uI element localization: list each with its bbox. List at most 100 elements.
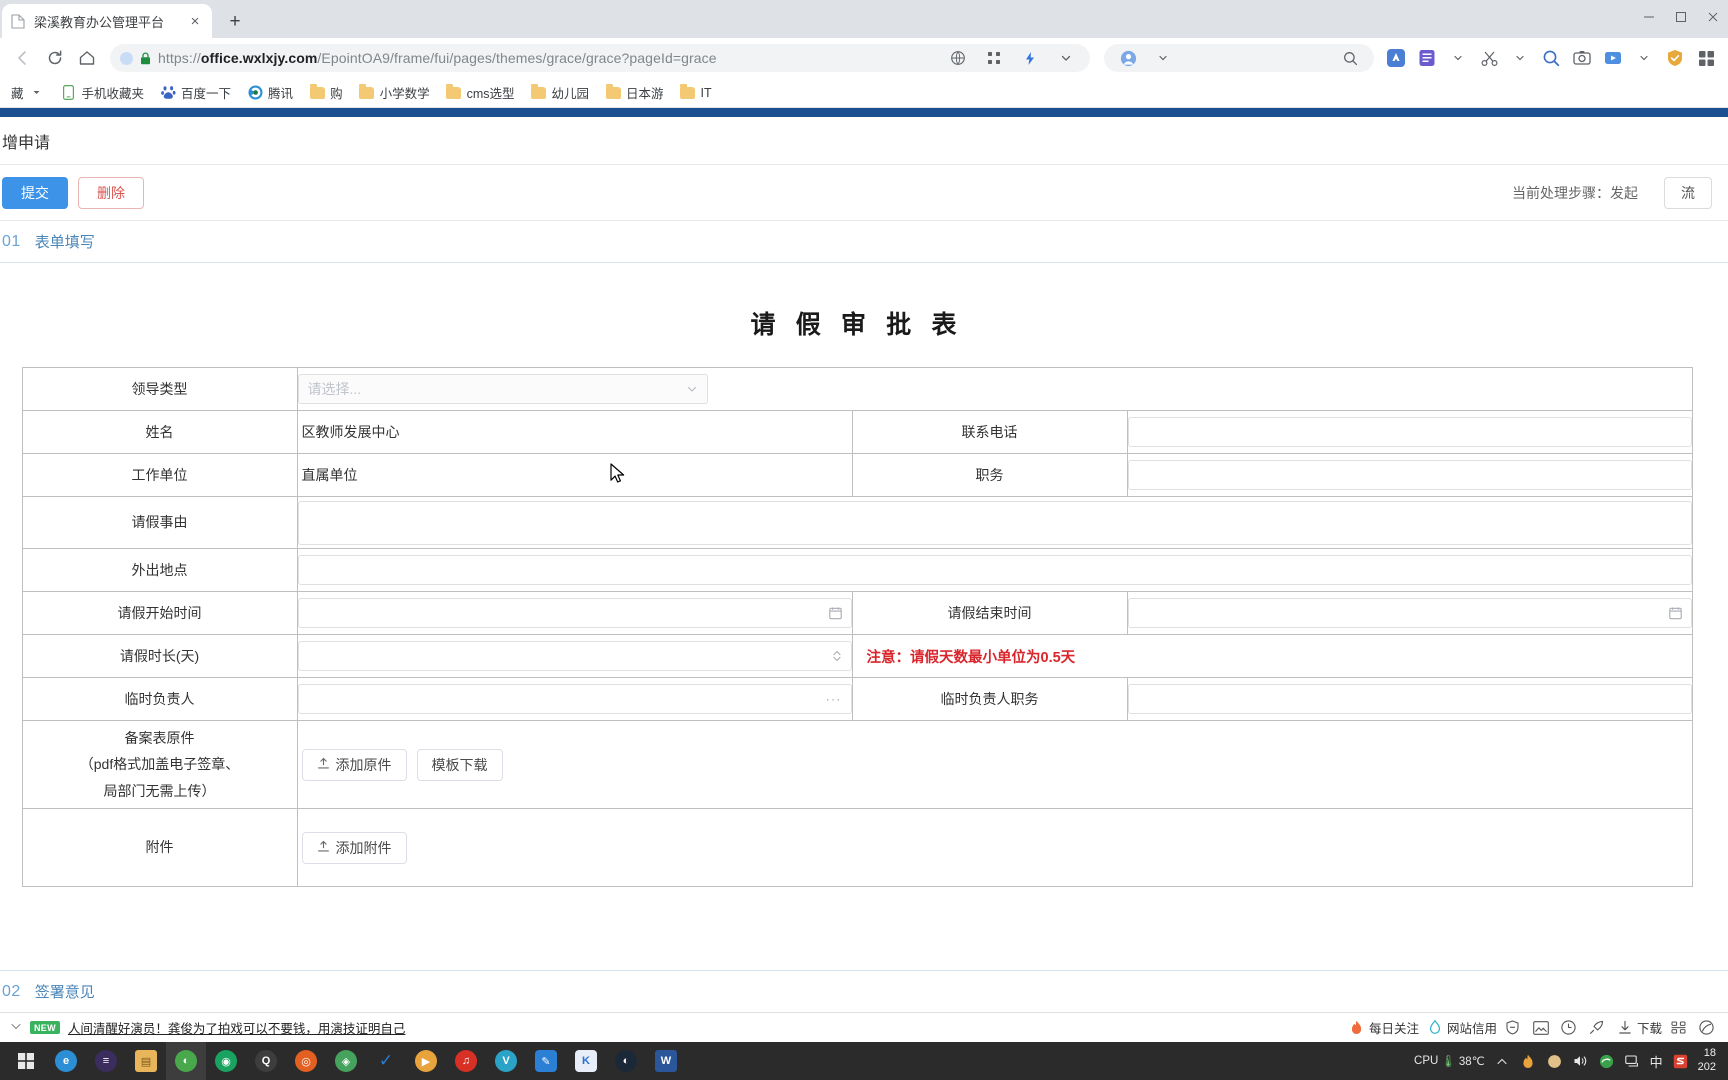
uc-browser-icon[interactable]: ≡	[86, 1042, 126, 1080]
leader-type-select[interactable]: 请选择...	[297, 374, 708, 404]
news-item-rocket[interactable]	[1589, 1020, 1609, 1036]
kugou-icon[interactable]: K	[566, 1042, 606, 1080]
bookmark-folder-gou[interactable]: 购	[302, 80, 350, 105]
section-form-fill[interactable]: 01 表单填写	[0, 221, 1728, 263]
reason-textarea[interactable]	[297, 500, 1692, 545]
security-icon[interactable]: ◈	[326, 1042, 366, 1080]
news-item-download[interactable]: 下载	[1617, 1018, 1662, 1037]
ellipsis-icon[interactable]: ···	[826, 692, 842, 707]
section-signature[interactable]: 02 签署意见	[0, 970, 1728, 1012]
chevron-up-icon[interactable]	[1494, 1053, 1511, 1070]
edge-icon[interactable]: e	[46, 1042, 86, 1080]
news-item-qr[interactable]	[1670, 1020, 1690, 1036]
bookmark-item-phone[interactable]: 手机收藏夹	[54, 80, 152, 105]
chevron-down-icon[interactable]	[1444, 44, 1472, 72]
bookmark-item-tencent[interactable]: 腾讯	[240, 80, 300, 105]
close-window-icon[interactable]	[1698, 2, 1728, 32]
notes-icon[interactable]: ✎	[526, 1042, 566, 1080]
template-download-button[interactable]: 模板下载	[416, 748, 503, 781]
bookmark-overflow[interactable]: 藏	[4, 80, 52, 105]
qq-icon[interactable]: Q	[246, 1042, 286, 1080]
calendar-icon[interactable]	[828, 607, 842, 620]
volume-icon[interactable]	[1572, 1053, 1589, 1070]
chevron-down-icon[interactable]	[29, 85, 45, 101]
search-box[interactable]	[1104, 44, 1374, 72]
submit-button[interactable]: 提交	[2, 176, 68, 209]
browser-tab[interactable]: 梁溪教育办公管理平台 ×	[2, 4, 212, 38]
shield-icon[interactable]	[1546, 1053, 1563, 1070]
speed-boost-icon[interactable]	[1016, 44, 1044, 72]
delete-button[interactable]: 删除	[78, 176, 144, 209]
cpu-temp-indicator[interactable]: CPU 🌡 38℃	[1414, 1054, 1485, 1068]
video-ext-icon[interactable]	[1599, 44, 1627, 72]
news-item-gauge[interactable]	[1561, 1020, 1581, 1036]
news-item-image[interactable]	[1533, 1020, 1553, 1036]
media-player-icon[interactable]: ▶	[406, 1042, 446, 1080]
browser-menu-icon[interactable]	[1692, 44, 1720, 72]
flow-chart-button[interactable]: 流	[1664, 176, 1712, 209]
calendar-icon[interactable]	[1668, 607, 1682, 620]
news-item-leaf[interactable]	[1698, 1020, 1718, 1036]
screenshot-icon[interactable]	[1568, 44, 1596, 72]
maximize-icon[interactable]	[1666, 2, 1696, 32]
chevron-down-icon[interactable]	[1630, 44, 1658, 72]
music-icon[interactable]: ♫	[446, 1042, 486, 1080]
sogou-browser-icon[interactable]: ◐	[166, 1042, 206, 1080]
zoom-search-icon[interactable]	[1537, 44, 1565, 72]
todo-icon[interactable]: ✓	[366, 1042, 406, 1080]
edge-tray-icon[interactable]	[1598, 1053, 1615, 1070]
news-item-credit[interactable]: 网站信用	[1427, 1018, 1497, 1037]
home-icon[interactable]	[72, 43, 102, 73]
add-attachment-button[interactable]: 添加附件	[301, 831, 407, 864]
chevron-down-icon[interactable]	[1052, 44, 1080, 72]
chevron-down-icon[interactable]	[1149, 44, 1177, 72]
new-tab-button[interactable]: +	[220, 6, 250, 36]
bookmark-folder-it[interactable]: IT	[673, 82, 719, 104]
address-bar[interactable]: https://office.wxlxjy.com/EpointOA9/fram…	[110, 44, 1090, 72]
bookmark-item-baidu[interactable]: 百度一下	[153, 80, 238, 105]
chevron-down-icon[interactable]	[686, 383, 698, 395]
search-icon[interactable]	[1336, 44, 1364, 72]
position-input[interactable]	[1127, 460, 1692, 490]
sogou-icon[interactable]	[1672, 1053, 1689, 1070]
file-explorer-icon[interactable]: ▤	[126, 1042, 166, 1080]
chevron-down-icon[interactable]	[10, 1021, 22, 1035]
news-item-daily[interactable]: 每日关注	[1349, 1018, 1419, 1037]
wps-icon[interactable]: V	[486, 1042, 526, 1080]
windows-start-icon[interactable]	[6, 1042, 46, 1080]
close-icon[interactable]: ×	[186, 12, 204, 30]
end-time-input[interactable]	[1127, 598, 1692, 628]
start-time-input[interactable]	[297, 598, 852, 628]
duration-stepper[interactable]	[297, 641, 852, 671]
temp-manager-position-input[interactable]	[1127, 684, 1692, 714]
back-icon[interactable]	[8, 43, 38, 73]
chrome-icon[interactable]: ◉	[206, 1042, 246, 1080]
add-original-button[interactable]: 添加原件	[301, 748, 407, 781]
translate-icon[interactable]	[944, 44, 972, 72]
firefox-icon[interactable]: ◎	[286, 1042, 326, 1080]
bookmark-folder-kindergarten[interactable]: 幼儿园	[524, 80, 597, 105]
temp-manager-input[interactable]: ···	[297, 684, 852, 714]
network-icon[interactable]	[1624, 1053, 1641, 1070]
clock[interactable]: 18 202	[1698, 1047, 1718, 1075]
chevron-down-icon[interactable]	[1506, 44, 1534, 72]
shield-ext-icon[interactable]	[1661, 44, 1689, 72]
ai-assistant-icon[interactable]	[1382, 44, 1410, 72]
news-headline[interactable]: 人间清醒好演员！龚俊为了拍戏可以不要钱，用演技证明自己	[68, 1018, 406, 1037]
site-info-icon[interactable]	[120, 51, 133, 65]
bookmark-folder-math[interactable]: 小学数学	[352, 80, 437, 105]
flame-icon[interactable]	[1520, 1053, 1537, 1070]
notes-ext-icon[interactable]	[1413, 44, 1441, 72]
minimize-icon[interactable]	[1634, 2, 1664, 32]
bookmark-folder-cms[interactable]: cms选型	[439, 80, 522, 105]
word-icon[interactable]: W	[646, 1042, 686, 1080]
avatar-icon[interactable]	[1114, 44, 1142, 72]
phone-input[interactable]	[1127, 417, 1692, 447]
location-input[interactable]	[297, 555, 1692, 585]
ime-indicator[interactable]: 中	[1650, 1052, 1663, 1071]
reload-icon[interactable]	[40, 43, 70, 73]
bookmark-folder-japan[interactable]: 日本游	[598, 80, 671, 105]
news-item-shield[interactable]	[1505, 1020, 1525, 1036]
spinner-icon[interactable]	[832, 648, 842, 664]
scissors-icon[interactable]	[1475, 44, 1503, 72]
